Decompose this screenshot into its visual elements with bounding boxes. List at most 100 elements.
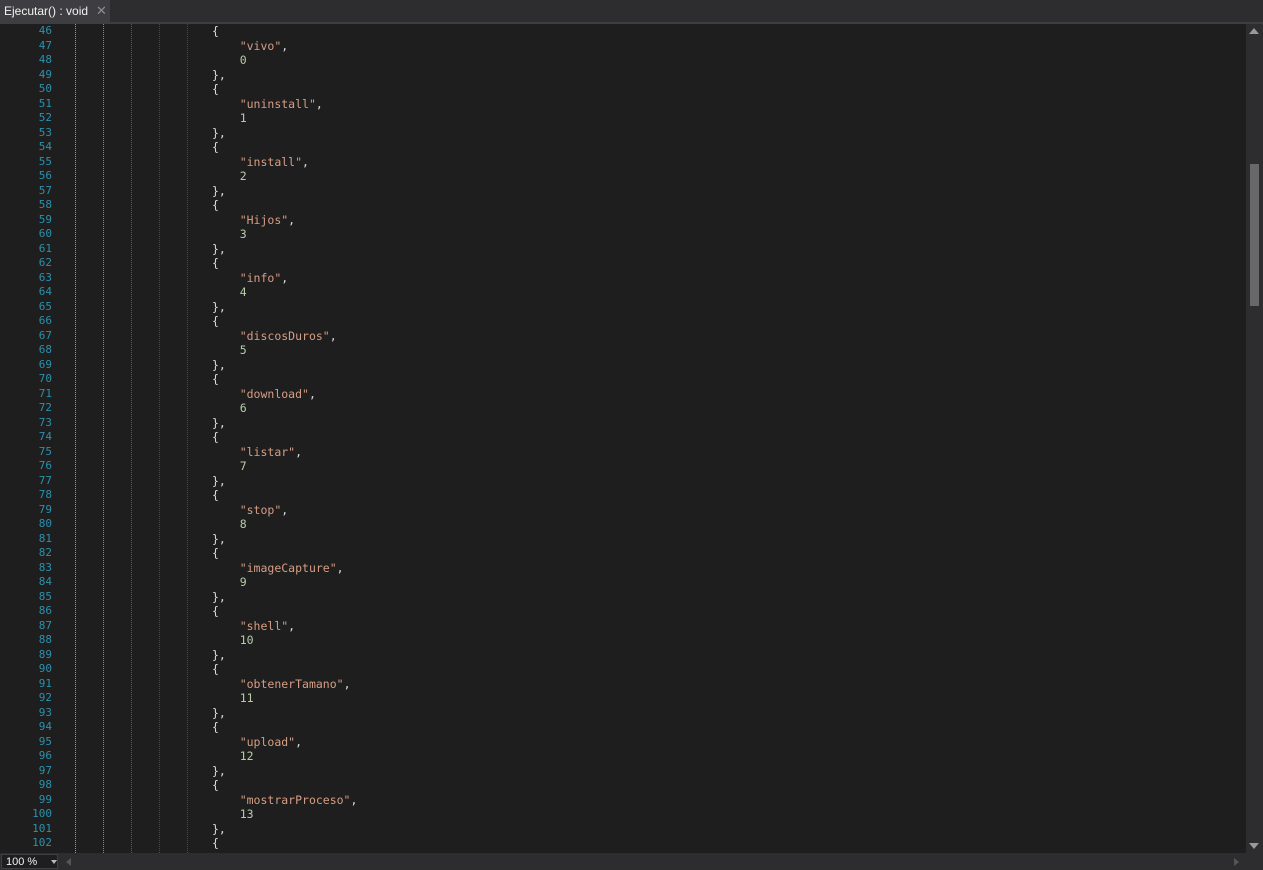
line-number: 72 [38, 401, 52, 414]
punctuation-token: { [212, 82, 219, 96]
line-number: 84 [38, 575, 52, 588]
string-token: "obtenerTamano" [239, 676, 344, 691]
line-number: 57 [38, 183, 52, 197]
code-line: 48 0 [0, 53, 1246, 68]
code-text: }, [212, 68, 226, 83]
line-number: 85 [38, 589, 52, 603]
code-text: }, [212, 764, 226, 779]
punctuation-token: , [343, 676, 351, 691]
line-number: 70 [38, 372, 52, 385]
string-token: "vivo" [239, 38, 282, 53]
scrollbar-thumb[interactable] [1250, 164, 1259, 306]
line-number: 63 [38, 270, 52, 284]
line-number: 56 [38, 169, 52, 182]
line-number: 54 [38, 140, 52, 153]
punctuation-token: }, [212, 763, 226, 778]
punctuation-token: }, [212, 589, 226, 604]
code-text: "mostrarProceso", [212, 793, 358, 808]
line-number: 47 [38, 38, 52, 52]
code-text: "Hijos", [212, 213, 295, 228]
code-text: "obtenerTamano", [212, 677, 351, 692]
punctuation-token [212, 517, 240, 531]
punctuation-token: , [302, 154, 309, 169]
code-text: "imageCapture", [212, 561, 344, 576]
punctuation-token: { [212, 24, 219, 38]
code-text: { [212, 662, 219, 677]
code-line: 75 "listar", [0, 445, 1246, 460]
code-text: { [212, 256, 219, 271]
line-number: 99 [38, 792, 52, 806]
code-line: 72 6 [0, 401, 1246, 416]
punctuation-token: }, [212, 241, 226, 256]
code-text: 0 [212, 53, 247, 68]
punctuation-token: , [308, 386, 316, 401]
close-icon[interactable]: ✕ [96, 3, 107, 19]
punctuation-token [212, 735, 240, 749]
code-text: }, [212, 184, 226, 199]
vertical-scrollbar[interactable] [1246, 24, 1263, 853]
document-tab[interactable]: Ejecutar() : void ✕ [0, 0, 110, 22]
punctuation-token [212, 793, 240, 807]
line-number: 96 [38, 749, 52, 762]
scroll-left-arrow-icon[interactable] [66, 858, 71, 866]
code-line: 102 { [0, 836, 1246, 851]
scroll-down-arrow-icon[interactable] [1249, 843, 1259, 849]
code-text: 11 [212, 691, 254, 706]
line-number: 77 [38, 473, 52, 487]
punctuation-token: }, [212, 705, 226, 720]
code-line: 97}, [0, 764, 1246, 779]
code-line: 98 { [0, 778, 1246, 793]
code-line: 58 { [0, 198, 1246, 213]
code-text: }, [212, 822, 226, 837]
scroll-right-arrow-icon[interactable] [1234, 858, 1239, 866]
line-number: 50 [38, 82, 52, 95]
number-token: 13 [239, 807, 254, 821]
line-number: 98 [38, 778, 52, 791]
code-text: { [212, 778, 219, 793]
punctuation-token [212, 445, 240, 459]
code-text: "install", [212, 155, 309, 170]
code-line: 93}, [0, 706, 1246, 721]
string-token: "Hijos" [239, 212, 289, 227]
punctuation-token [212, 271, 240, 285]
number-token: 5 [239, 343, 247, 357]
code-text: 10 [212, 633, 254, 648]
punctuation-token [212, 807, 240, 821]
string-token: "listar" [239, 444, 296, 459]
punctuation-token [212, 459, 240, 473]
code-line: 51 "uninstall", [0, 97, 1246, 112]
code-line: 101}, [0, 822, 1246, 837]
line-number: 68 [38, 343, 52, 356]
scroll-up-arrow-icon[interactable] [1249, 28, 1259, 34]
line-number: 74 [38, 430, 52, 443]
string-token: "info" [239, 270, 282, 285]
document-tab-bar: Ejecutar() : void ✕ [0, 0, 1263, 22]
punctuation-token [212, 677, 240, 691]
code-text: { [212, 430, 219, 445]
line-number: 52 [38, 111, 52, 124]
code-text: { [212, 372, 219, 387]
zoom-dropdown[interactable]: 100 % [1, 854, 58, 869]
code-editor[interactable]: 46{47 "vivo", 48 0 49}, 50{51 "uninstall", 5… [0, 24, 1246, 853]
code-text: 13 [212, 807, 254, 822]
punctuation-token: , [288, 212, 296, 227]
punctuation-token [212, 503, 240, 517]
string-token: "shell" [239, 618, 289, 633]
number-token: 9 [239, 575, 247, 589]
code-line: 85}, [0, 590, 1246, 605]
code-text: { [212, 24, 219, 39]
line-number: 51 [38, 96, 52, 110]
code-line: 90 { [0, 662, 1246, 677]
line-number: 94 [38, 720, 52, 733]
punctuation-token [212, 111, 240, 125]
punctuation-token: { [212, 314, 219, 328]
punctuation-token [212, 97, 240, 111]
code-lines: 46{47 "vivo", 48 0 49}, 50{51 "uninstall", 5… [0, 24, 1246, 851]
string-token: "uninstall" [239, 96, 316, 111]
code-line: 99 "mostrarProceso", [0, 793, 1246, 808]
code-text: "listar", [212, 445, 302, 460]
punctuation-token: { [212, 662, 219, 676]
line-number: 53 [38, 125, 52, 139]
number-token: 10 [239, 633, 254, 647]
code-line: 86 { [0, 604, 1246, 619]
